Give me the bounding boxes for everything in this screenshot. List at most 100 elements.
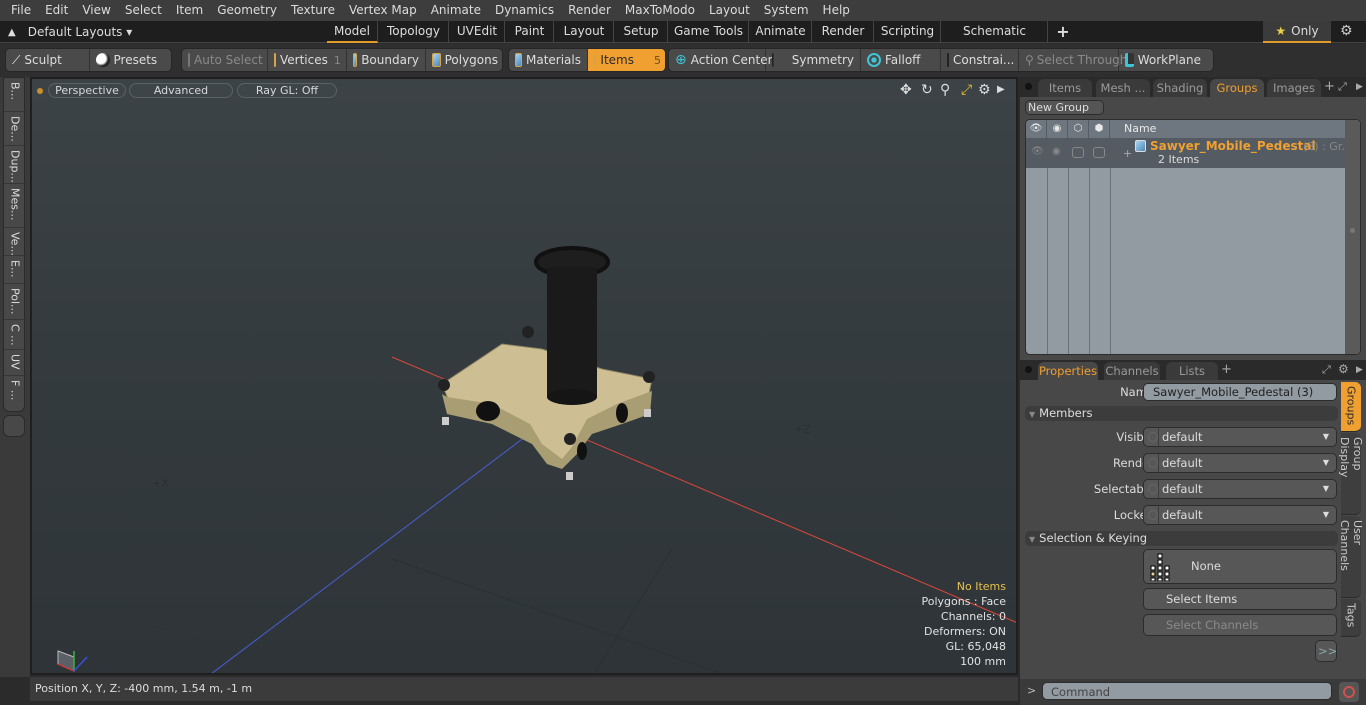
select-items-button[interactable]: Select Items	[1143, 588, 1337, 610]
none-button[interactable]: None	[1143, 549, 1337, 584]
panel-menu-arrow-icon[interactable]: ▶	[1356, 82, 1363, 92]
boundary-button[interactable]: Boundary	[347, 49, 426, 71]
row-select-checkbox[interactable]	[1093, 147, 1105, 158]
tab-schematic-fusion[interactable]: Schematic Fusion	[942, 21, 1048, 59]
render-dropdown[interactable]: default ▼	[1143, 453, 1337, 473]
new-group-button[interactable]: New Group	[1025, 100, 1104, 115]
workplane-button[interactable]: WorkPlane	[1119, 49, 1207, 71]
name-column-header[interactable]: Name	[1110, 120, 1156, 138]
move-view-icon[interactable]: ✥	[900, 82, 912, 98]
menu-help[interactable]: Help	[816, 0, 857, 21]
viewport-menu-arrow-icon[interactable]: ▶	[997, 84, 1005, 95]
visibility-column-icon[interactable]: 👁	[1026, 120, 1047, 138]
expand-group-icon[interactable]: +	[1123, 147, 1132, 160]
menu-select[interactable]: Select	[118, 0, 169, 21]
add-tab-button[interactable]: +	[1052, 21, 1074, 43]
menu-texture[interactable]: Texture	[284, 0, 342, 21]
tab-shading[interactable]: Shading	[1153, 79, 1207, 97]
zoom-view-icon[interactable]: ⚲	[940, 82, 950, 98]
select-column-icon[interactable]: ⬢	[1089, 120, 1110, 138]
add-panel-tab-icon[interactable]: +	[1324, 79, 1335, 94]
selectable-dropdown[interactable]: default ▼	[1143, 479, 1337, 499]
tab-uvedit[interactable]: UVEdit	[450, 21, 505, 43]
falloff-button[interactable]: Falloff	[861, 49, 941, 71]
materials-button[interactable]: Materials	[509, 49, 588, 71]
menu-render[interactable]: Render	[561, 0, 618, 21]
tab-scripting[interactable]: Scripting	[875, 21, 941, 43]
only-toggle[interactable]: ★ Only	[1263, 21, 1331, 43]
menu-item[interactable]: Item	[169, 0, 210, 21]
group-list-scrollbar[interactable]	[1345, 120, 1360, 354]
left-tab-8[interactable]: C ...	[4, 320, 26, 350]
side-tab-groups[interactable]: Groups	[1341, 382, 1361, 432]
panel-dot-icon[interactable]	[1025, 83, 1032, 90]
menu-edit[interactable]: Edit	[38, 0, 75, 21]
row-visibility-icon[interactable]: 👁	[1031, 146, 1044, 157]
items-button[interactable]: Items 5	[588, 49, 665, 71]
vertices-button[interactable]: Vertices 1	[268, 49, 347, 71]
more-button[interactable]: >>	[1315, 640, 1337, 662]
name-input[interactable]: Sawyer_Mobile_Pedestal (3)	[1143, 383, 1337, 401]
tab-images[interactable]: Images	[1267, 79, 1321, 97]
selection-keying-section[interactable]: ▼ Selection & Keying	[1025, 531, 1338, 546]
expand-panel-icon[interactable]: ⤢	[1322, 363, 1331, 377]
expand-panel-icon[interactable]: ⤢	[1338, 80, 1347, 94]
members-section[interactable]: ▼ Members	[1025, 406, 1338, 421]
locked-radio[interactable]	[1148, 510, 1158, 520]
left-tab-1[interactable]: B...	[4, 78, 26, 112]
row-lock-checkbox[interactable]	[1072, 147, 1084, 158]
menu-animate[interactable]: Animate	[424, 0, 488, 21]
tab-model[interactable]: Model	[327, 21, 378, 43]
menu-maxtomodo[interactable]: MaxToModo	[618, 0, 702, 21]
viewport-settings-icon[interactable]: ⚙	[978, 82, 991, 98]
gear-icon[interactable]: ⚙	[1340, 23, 1353, 39]
visible-dropdown[interactable]: default ▼	[1143, 427, 1337, 447]
left-tab-7[interactable]: Pol...	[4, 284, 26, 320]
tab-render[interactable]: Render	[813, 21, 874, 43]
maximize-view-icon[interactable]: ⤢	[961, 82, 972, 98]
menu-layout[interactable]: Layout	[702, 0, 757, 21]
select-through-button[interactable]: ⚲ Select Through	[1019, 49, 1127, 71]
tab-items[interactable]: Items	[1038, 79, 1092, 97]
record-button[interactable]	[1339, 682, 1359, 702]
tab-paint[interactable]: Paint	[506, 21, 554, 43]
left-tab-5[interactable]: Ve...	[4, 228, 26, 256]
lock-column-icon[interactable]: ⬡	[1068, 120, 1089, 138]
add-panel-tab-icon[interactable]: +	[1221, 362, 1232, 377]
auto-select-button[interactable]: Auto Select	[182, 49, 268, 71]
shading-button[interactable]: Advanced	[129, 83, 233, 98]
command-input[interactable]: Command	[1042, 682, 1332, 700]
group-name[interactable]: Sawyer_Mobile_Pedestal	[1150, 139, 1316, 153]
panel-gear-icon[interactable]: ⚙	[1338, 362, 1349, 376]
tab-animate[interactable]: Animate	[750, 21, 812, 43]
polygons-button[interactable]: Polygons	[426, 49, 502, 71]
presets-button[interactable]: Presets	[90, 49, 172, 71]
3d-viewport[interactable]: Perspective Advanced Ray GL: Off ✥ ↻ ⚲ ⤢…	[30, 77, 1018, 675]
side-tab-tags[interactable]: Tags	[1341, 599, 1361, 637]
panel-menu-arrow-icon[interactable]: ▶	[1356, 365, 1363, 375]
render-column-icon[interactable]: ◉	[1047, 120, 1068, 138]
left-tab-stub[interactable]	[3, 415, 25, 437]
panel-dot-icon[interactable]	[1025, 366, 1032, 373]
tab-topology[interactable]: Topology	[379, 21, 449, 43]
select-channels-button[interactable]: Select Channels	[1143, 614, 1337, 636]
tab-channels[interactable]: Channels	[1104, 362, 1160, 380]
left-tab-3[interactable]: Dup...	[4, 146, 26, 184]
tab-mesh[interactable]: Mesh ...	[1096, 79, 1150, 97]
menu-file[interactable]: File	[4, 0, 38, 21]
symmetry-button[interactable]: Symmetry	[766, 49, 861, 71]
left-tab-2[interactable]: De...	[4, 112, 26, 146]
action-center-button[interactable]: ⊕ Action Center	[669, 49, 773, 71]
locked-dropdown[interactable]: default ▼	[1143, 505, 1337, 525]
menu-vertex-map[interactable]: Vertex Map	[342, 0, 424, 21]
group-row[interactable]: 👁 ◉ + Sawyer_Mobile_Pedestal (3) : Gr...…	[1026, 138, 1352, 168]
tab-lists[interactable]: Lists	[1166, 362, 1218, 380]
raygl-button[interactable]: Ray GL: Off	[237, 83, 337, 98]
constraints-button[interactable]: Constrai...	[941, 49, 1019, 71]
menu-view[interactable]: View	[75, 0, 117, 21]
sculpt-button[interactable]: ⟋ Sculpt	[6, 49, 90, 71]
tab-layout[interactable]: Layout	[555, 21, 614, 43]
rotate-view-icon[interactable]: ↻	[921, 82, 933, 98]
visible-radio[interactable]	[1148, 432, 1158, 442]
tab-game-tools[interactable]: Game Tools	[669, 21, 749, 43]
